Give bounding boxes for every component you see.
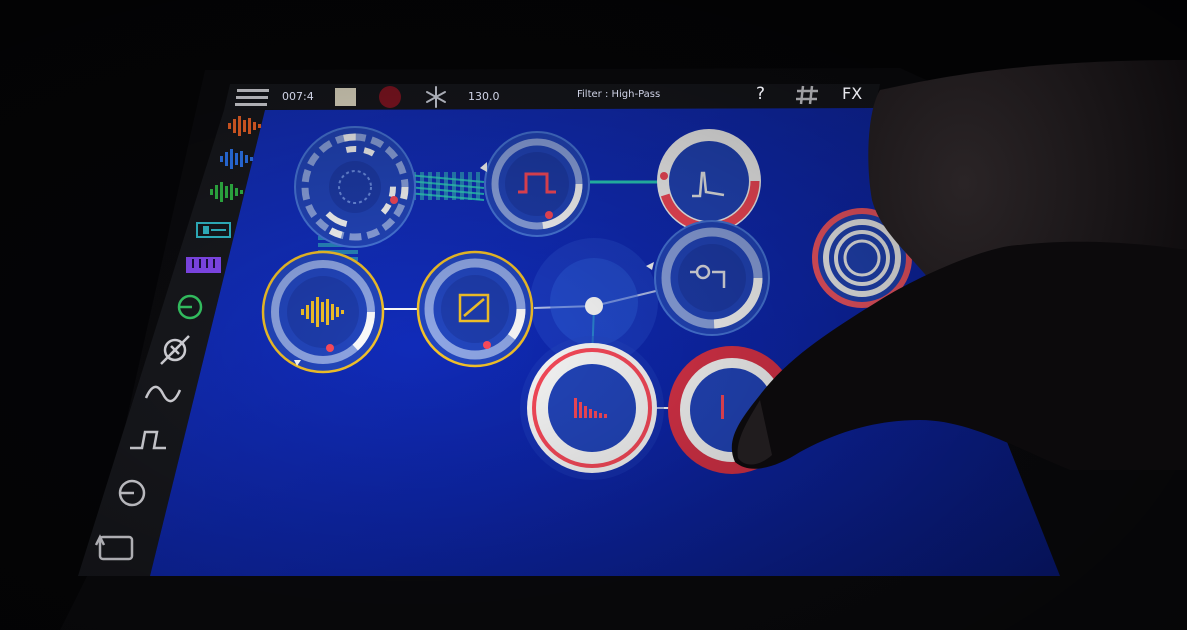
transport-position: 007:4 [282, 90, 314, 103]
help-button[interactable]: ? [756, 84, 765, 104]
tempo-value[interactable]: 130.0 [468, 90, 500, 103]
status-text: Filter : High-Pass [577, 89, 661, 100]
fx-button[interactable]: FX [842, 84, 862, 103]
